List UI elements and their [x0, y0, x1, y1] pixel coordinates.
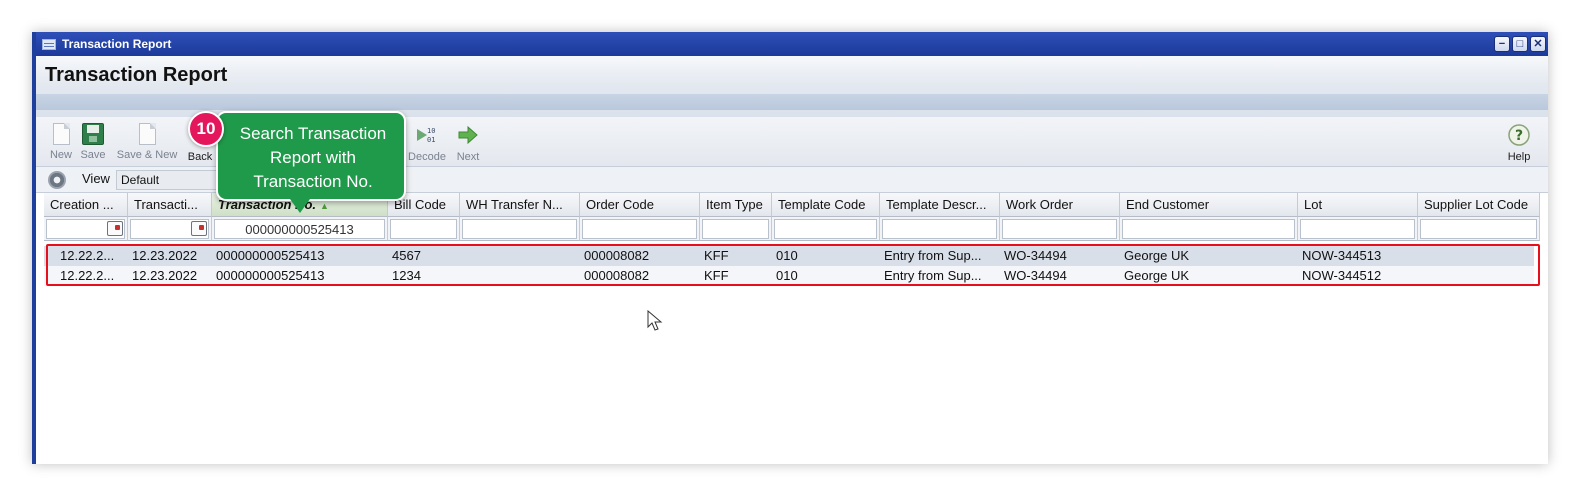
filter-lot-input[interactable] [1300, 219, 1415, 239]
filter-creation [44, 217, 128, 241]
filter-supplier-lot-code [1418, 217, 1540, 241]
filter-item-type [700, 217, 772, 241]
rows-highlight-box [46, 244, 1540, 286]
transaction-grid: Creation ... Transacti... Transaction No… [44, 193, 1548, 464]
calendar-icon[interactable] [107, 221, 123, 236]
close-button[interactable]: ✕ [1530, 36, 1546, 52]
column-header-order-code[interactable]: Order Code [580, 193, 700, 217]
header-band [36, 94, 1548, 110]
save-button[interactable]: Save [76, 123, 110, 163]
save-new-label: Save & New [116, 149, 178, 161]
filter-template-code [772, 217, 880, 241]
maximize-button[interactable]: □ [1512, 36, 1528, 52]
transaction-report-window: Transaction Report − □ ✕ Transaction Rep… [32, 32, 1548, 464]
save-icon [82, 123, 104, 145]
back-label: Back [187, 151, 213, 163]
decode-button[interactable]: 10 01 Decode [404, 123, 450, 163]
step-number-badge: 10 [188, 111, 224, 147]
window-titlebar: Transaction Report − □ ✕ [36, 32, 1548, 56]
column-header-wh-transfer[interactable]: WH Transfer N... [460, 193, 580, 217]
filter-end-customer-input[interactable] [1122, 219, 1295, 239]
column-header-template-description[interactable]: Template Descr... [880, 193, 1000, 217]
filter-wh-transfer-input[interactable] [462, 219, 577, 239]
filter-transaction-no: 000000000525413 [212, 217, 388, 241]
column-header-end-customer[interactable]: End Customer [1120, 193, 1298, 217]
window-title: Transaction Report [62, 37, 172, 51]
column-header-lot[interactable]: Lot [1298, 193, 1418, 217]
filter-bill-code [388, 217, 460, 241]
gear-icon[interactable] [48, 171, 66, 189]
new-document-icon [52, 123, 70, 145]
column-header-work-order[interactable]: Work Order [1000, 193, 1120, 217]
decode-label: Decode [408, 151, 446, 163]
filter-template-description [880, 217, 1000, 241]
new-label: New [49, 149, 72, 161]
filter-transaction-date [128, 217, 212, 241]
filter-order-code-input[interactable] [582, 219, 697, 239]
table-icon [42, 38, 56, 50]
column-header-creation[interactable]: Creation ... [44, 193, 128, 217]
help-button[interactable]: ? Help [1504, 123, 1534, 163]
filter-transaction-no-input[interactable]: 000000000525413 [214, 219, 385, 239]
new-button[interactable]: New [46, 123, 76, 163]
filter-bill-code-input[interactable] [390, 219, 457, 239]
filter-end-customer [1120, 217, 1298, 241]
filter-supplier-lot-code-input[interactable] [1420, 219, 1537, 239]
column-header-supplier-lot-code[interactable]: Supplier Lot Code [1418, 193, 1540, 217]
view-label: View [82, 171, 110, 186]
help-label: Help [1507, 151, 1531, 163]
window-controls: − □ ✕ [1494, 36, 1546, 52]
save-new-icon [138, 123, 156, 145]
next-arrow-icon [456, 123, 480, 147]
decode-icon: 10 01 [415, 123, 439, 147]
filter-wh-transfer [460, 217, 580, 241]
next-button[interactable]: Next [452, 123, 484, 163]
mouse-cursor-icon [647, 309, 663, 337]
save-label: Save [80, 149, 106, 161]
svg-text:?: ? [1515, 128, 1523, 144]
svg-text:10: 10 [427, 127, 435, 135]
sort-ascending-icon: ▲ [320, 201, 329, 211]
filter-work-order [1000, 217, 1120, 241]
help-icon: ? [1507, 123, 1531, 147]
filter-item-type-input[interactable] [702, 219, 769, 239]
callout-text: Search Transaction Report with Transacti… [239, 124, 387, 191]
screenshot-stage: Transaction Report − □ ✕ Transaction Rep… [0, 0, 1579, 496]
view-select[interactable]: Default [116, 170, 226, 190]
minimize-button[interactable]: − [1494, 36, 1510, 52]
svg-text:01: 01 [427, 136, 435, 144]
filter-order-code [580, 217, 700, 241]
column-header-transaction-date[interactable]: Transacti... [128, 193, 212, 217]
save-new-button[interactable]: Save & New [112, 123, 182, 163]
calendar-icon[interactable] [191, 221, 207, 236]
filter-template-description-input[interactable] [882, 219, 997, 239]
column-header-template-code[interactable]: Template Code [772, 193, 880, 217]
filter-work-order-input[interactable] [1002, 219, 1117, 239]
column-header-item-type[interactable]: Item Type [700, 193, 772, 217]
next-label: Next [456, 151, 480, 163]
filter-template-code-input[interactable] [774, 219, 877, 239]
tutorial-callout: Search Transaction Report with Transacti… [216, 111, 406, 213]
filter-lot [1298, 217, 1418, 241]
page-title: Transaction Report [45, 64, 228, 86]
